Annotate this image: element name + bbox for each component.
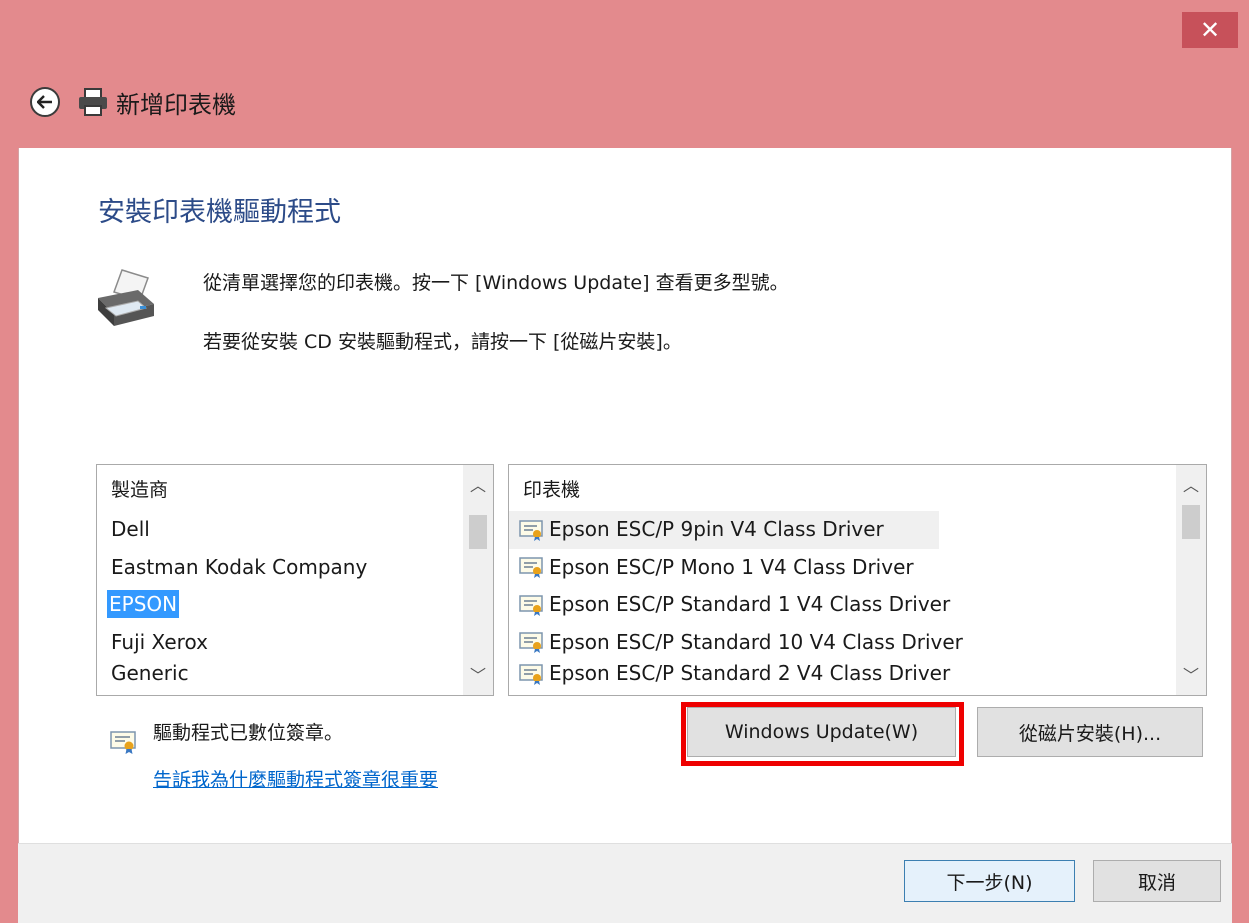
scroll-thumb[interactable] [469,515,487,549]
printer-scrollbar[interactable]: ︿ ﹀ [1176,465,1206,695]
signature-info-link[interactable]: 告訴我為什麼驅動程式簽章很重要 [153,765,438,792]
instruction-text-2: 若要從安裝 CD 安裝驅動程式，請按一下 [從磁片安裝]。 [203,331,682,353]
list-item[interactable]: Generic [97,655,463,693]
certificate-icon [519,664,543,685]
cancel-button[interactable]: 取消 [1093,860,1221,902]
window-title: 新增印表機 [116,90,236,119]
list-item[interactable]: Epson ESC/P Standard 1 V4 Class Driver [509,586,1176,624]
printer-icon [79,88,107,116]
printer-items: Epson ESC/P 9pin V4 Class Driver Epson E… [509,511,1176,693]
certificate-icon [110,731,136,754]
manufacturer-listbox[interactable]: 製造商 Dell Eastman Kodak Company EPSON Fuj… [96,464,494,696]
list-item-selected[interactable]: Epson ESC/P 9pin V4 Class Driver [509,511,939,549]
page-heading: 安裝印表機驅動程式 [98,197,341,228]
certificate-icon [519,632,543,654]
next-button[interactable]: 下一步(N) [904,860,1075,902]
manufacturer-items: Dell Eastman Kodak Company EPSON Fuji Xe… [97,511,463,693]
certificate-icon [519,595,543,616]
highlight-annotation [681,702,964,766]
have-disk-button[interactable]: 從磁片安裝(H)... [977,707,1203,757]
list-item[interactable]: Epson ESC/P Mono 1 V4 Class Driver [509,549,1176,587]
printer-listbox[interactable]: 印表機 Epson ESC/P 9pin V4 Class Driver Eps… [508,464,1207,696]
manufacturer-column-header: 製造商 [111,479,169,501]
scroll-thumb[interactable] [1182,505,1200,539]
scroll-up-icon[interactable]: ︿ [1176,471,1206,501]
wizard-header: 新增印表機 [30,80,236,124]
certificate-icon [519,557,543,579]
signature-status: 驅動程式已數位簽章。 [153,722,344,744]
printer-device-icon [98,269,154,326]
printer-column-header: 印表機 [523,479,581,501]
list-item[interactable]: Dell [97,511,463,549]
back-button[interactable] [30,87,60,117]
close-icon: ✕ [1199,16,1221,44]
scroll-up-icon[interactable]: ︿ [463,471,493,501]
certificate-icon [519,520,543,541]
manufacturer-scrollbar[interactable]: ︿ ﹀ [463,465,493,695]
list-item-selected[interactable]: EPSON [97,586,463,624]
instruction-text-1: 從清單選擇您的印表機。按一下 [Windows Update] 查看更多型號。 [203,272,789,294]
scroll-down-icon[interactable]: ﹀ [463,661,493,691]
scroll-down-icon[interactable]: ﹀ [1176,661,1206,691]
close-button[interactable]: ✕ [1182,12,1238,48]
list-item[interactable]: Epson ESC/P Standard 2 V4 Class Driver [509,655,1176,693]
add-printer-window: ✕ 新增印表機 安裝印表機驅動程式 從清單選擇您的印表機。按一下 [Window… [0,0,1249,923]
back-arrow-icon [37,95,52,109]
list-item[interactable]: Eastman Kodak Company [97,549,463,587]
